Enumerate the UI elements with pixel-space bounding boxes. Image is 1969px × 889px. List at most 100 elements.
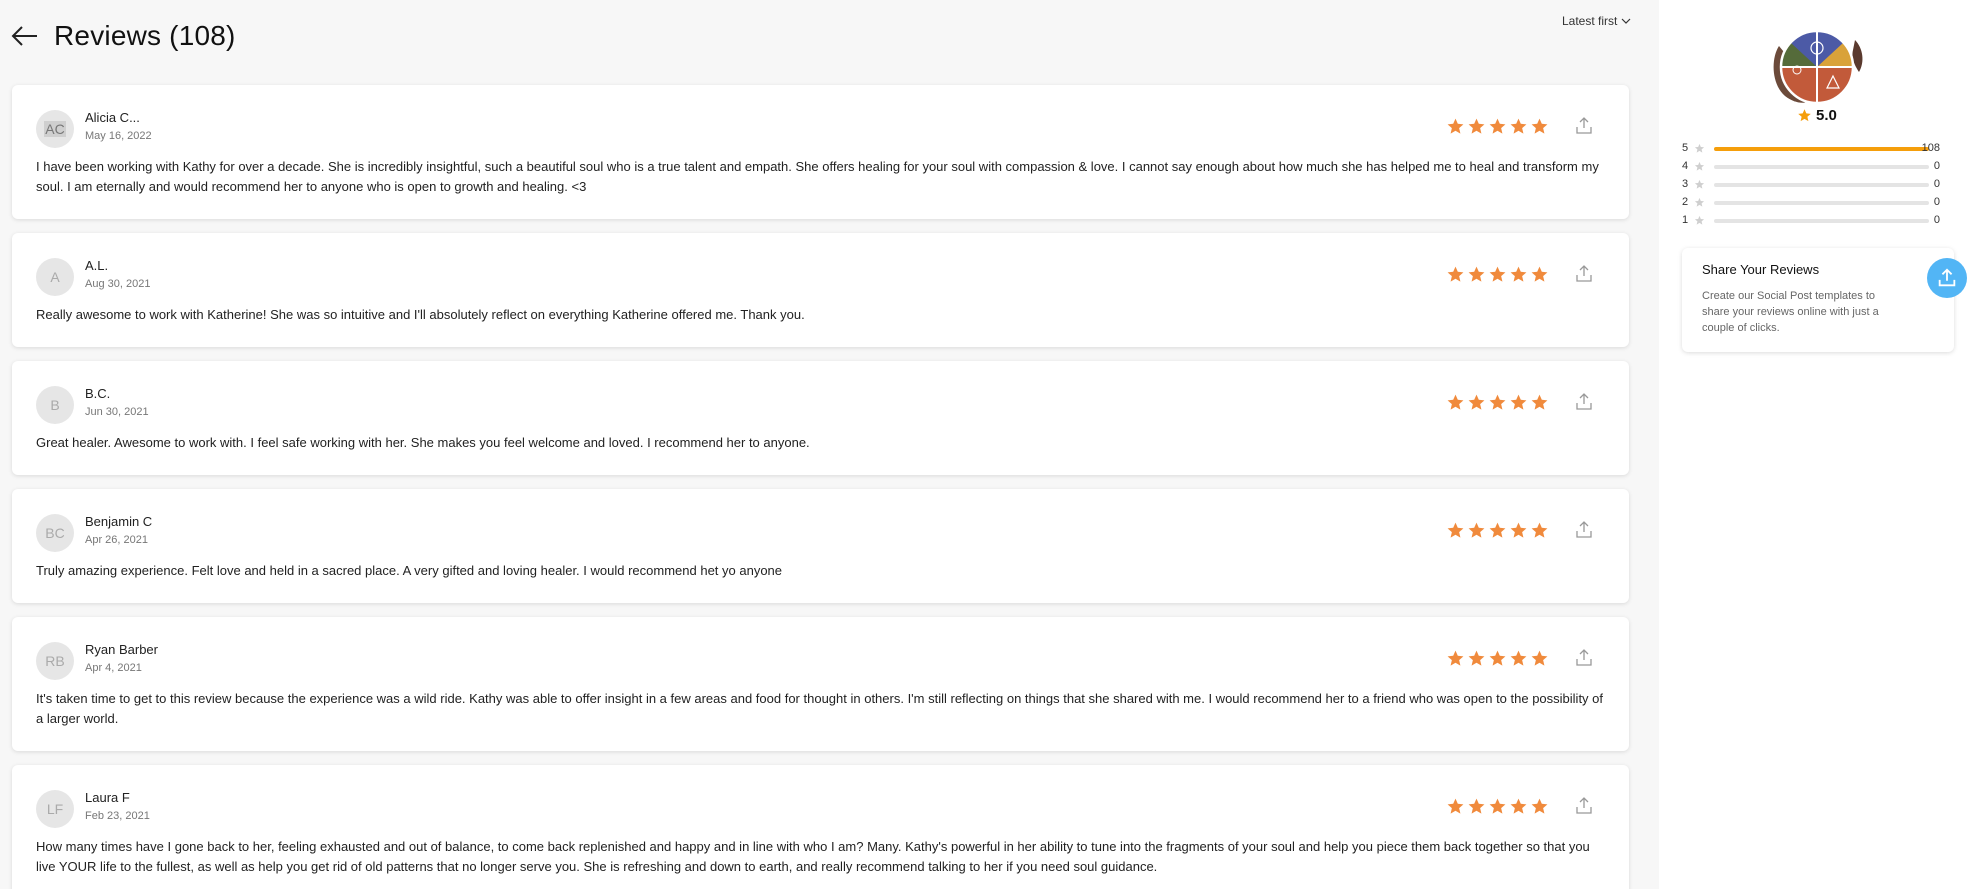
reviewer-name: B.C. bbox=[85, 386, 111, 401]
review-date: Jun 30, 2021 bbox=[85, 406, 149, 418]
back-button[interactable] bbox=[10, 22, 40, 50]
review-list: AC Alicia C... May 16, 2022 I have been wor… bbox=[12, 85, 1629, 889]
avatar-initials: BC bbox=[45, 525, 65, 541]
star-rating bbox=[1446, 521, 1549, 540]
review-text: Really awesome to work with Katherine! S… bbox=[36, 307, 805, 322]
review-header: B B.C. Jun 30, 2021 bbox=[36, 361, 1603, 425]
star-icon bbox=[1694, 161, 1705, 171]
star-icon bbox=[1447, 798, 1464, 814]
chevron-down-icon bbox=[1621, 18, 1631, 24]
reviewer-name: Ryan Barber bbox=[85, 642, 158, 657]
avatar-initials: AC bbox=[44, 121, 66, 137]
share-card-description: Create our Social Post templates to shar… bbox=[1702, 290, 1879, 334]
star-icon bbox=[1489, 798, 1506, 814]
distribution-row: 40 bbox=[1682, 158, 1940, 176]
distribution-count: 0 bbox=[1933, 160, 1940, 172]
star-icon bbox=[1468, 394, 1485, 410]
share-review-button[interactable] bbox=[1575, 264, 1593, 284]
reviewer-name: Benjamin C bbox=[85, 514, 153, 529]
review-card: A A.L. Aug 30, 2021 Really awesome to work … bbox=[12, 233, 1629, 347]
share-review-button[interactable] bbox=[1575, 116, 1593, 136]
review-header: BC Benjamin C Apr 26, 2021 bbox=[36, 489, 1603, 553]
star-icon bbox=[1531, 394, 1548, 410]
distribution-bar bbox=[1714, 165, 1929, 169]
share-upload-icon bbox=[1576, 649, 1592, 666]
distribution-row: 20 bbox=[1682, 194, 1940, 212]
average-rating-value: 5.0 bbox=[1816, 107, 1837, 124]
share-upload-icon bbox=[1576, 521, 1592, 538]
share-review-button[interactable] bbox=[1575, 520, 1593, 540]
share-review-button[interactable] bbox=[1575, 796, 1593, 816]
review-header: LF Laura F Feb 23, 2021 bbox=[36, 765, 1603, 829]
avatar: AC bbox=[36, 110, 74, 148]
distribution-bar bbox=[1714, 219, 1929, 223]
distribution-bar bbox=[1714, 183, 1929, 187]
star-icon bbox=[1489, 394, 1506, 410]
star-icon bbox=[1489, 650, 1506, 666]
avatar: B bbox=[36, 386, 74, 424]
rating-distribution: 5 108 4 0 3 0 2 0 1 0 bbox=[1682, 140, 1940, 230]
share-review-button[interactable] bbox=[1575, 392, 1593, 412]
page-title: Reviews (108) bbox=[54, 20, 236, 51]
share-upload-icon bbox=[1576, 393, 1592, 410]
reviewer-name: A.L. bbox=[85, 258, 109, 273]
review-header: A A.L. Aug 30, 2021 bbox=[36, 233, 1603, 297]
star-icon bbox=[1447, 522, 1464, 538]
star-icon bbox=[1468, 522, 1485, 538]
star-icon bbox=[1489, 266, 1506, 282]
distribution-bar bbox=[1714, 147, 1929, 151]
page-header: Reviews (108) Latest first bbox=[0, 0, 1659, 80]
star-icon bbox=[1510, 394, 1527, 410]
star-rating bbox=[1446, 797, 1549, 816]
share-review-button[interactable] bbox=[1575, 648, 1593, 668]
star-icon bbox=[1694, 215, 1705, 225]
star-icon bbox=[1510, 118, 1527, 134]
business-logo bbox=[1767, 28, 1867, 106]
distribution-bar bbox=[1714, 201, 1929, 205]
review-text: How many times have I gone back to her, … bbox=[36, 839, 1590, 874]
distribution-count: 0 bbox=[1933, 214, 1940, 226]
sort-dropdown[interactable]: Latest first bbox=[1562, 14, 1631, 28]
star-icon bbox=[1468, 266, 1485, 282]
star-icon bbox=[1531, 798, 1548, 814]
review-header: AC Alicia C... May 16, 2022 bbox=[36, 85, 1603, 149]
avatar: LF bbox=[36, 790, 74, 828]
review-date: Apr 26, 2021 bbox=[85, 534, 148, 546]
star-icon bbox=[1510, 798, 1527, 814]
star-icon bbox=[1694, 197, 1705, 207]
distribution-stars: 3 bbox=[1682, 178, 1689, 190]
star-rating bbox=[1446, 649, 1549, 668]
star-icon bbox=[1489, 522, 1506, 538]
star-icon bbox=[1510, 522, 1527, 538]
review-card: BC Benjamin C Apr 26, 2021 Truly amazing ex… bbox=[12, 489, 1629, 603]
distribution-bar-fill bbox=[1714, 147, 1929, 151]
star-icon bbox=[1510, 650, 1527, 666]
review-date: Feb 23, 2021 bbox=[85, 810, 150, 822]
distribution-count: 0 bbox=[1933, 196, 1940, 208]
share-upload-icon bbox=[1576, 117, 1592, 134]
review-header: RB Ryan Barber Apr 4, 2021 bbox=[36, 617, 1603, 681]
share-reviews-button[interactable] bbox=[1927, 258, 1967, 298]
avatar-initials: LF bbox=[46, 801, 64, 817]
distribution-stars: 5 bbox=[1682, 142, 1689, 154]
avatar: RB bbox=[36, 642, 74, 680]
distribution-row: 30 bbox=[1682, 176, 1940, 194]
star-icon bbox=[1694, 143, 1705, 153]
rating-sidebar: 5.0 5 108 4 0 3 0 2 0 1 0 Share Your Reviews Crea… bbox=[1659, 0, 1969, 889]
share-upload-icon bbox=[1576, 265, 1592, 282]
reviewer-name: Alicia C... bbox=[85, 110, 140, 125]
reviewer-name: Laura F bbox=[85, 790, 130, 805]
review-text: Truly amazing experience. Felt love and … bbox=[36, 563, 783, 578]
star-icon bbox=[1510, 266, 1527, 282]
distribution-count: 0 bbox=[1933, 178, 1940, 190]
arrow-left-icon bbox=[11, 26, 37, 46]
distribution-stars: 2 bbox=[1682, 196, 1689, 208]
review-text: It's taken time to get to this review be… bbox=[36, 691, 1604, 726]
share-upload-icon bbox=[1938, 268, 1956, 287]
review-date: Apr 4, 2021 bbox=[85, 662, 142, 674]
review-date: Aug 30, 2021 bbox=[85, 278, 151, 290]
star-rating bbox=[1446, 393, 1549, 412]
review-text: I have been working with Kathy for over … bbox=[36, 159, 1599, 194]
distribution-stars: 1 bbox=[1682, 214, 1689, 226]
star-icon bbox=[1531, 650, 1548, 666]
